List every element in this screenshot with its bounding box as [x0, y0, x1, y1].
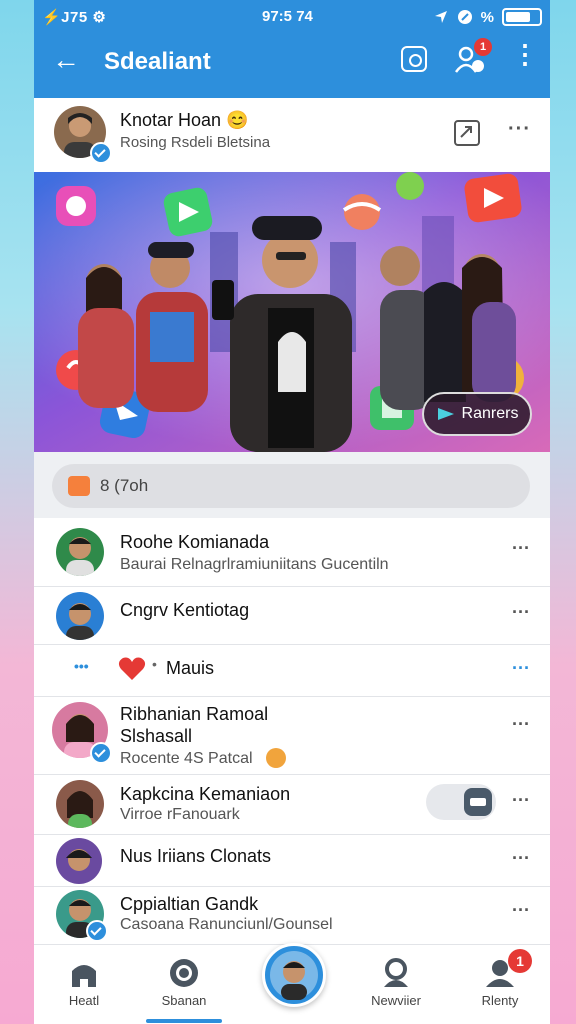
notification-badge: 1	[508, 949, 532, 973]
comment-input[interactable]: 8 (7oh	[52, 464, 530, 508]
avatar[interactable]	[56, 780, 104, 828]
more-options-icon[interactable]: ⋮	[512, 41, 538, 67]
person-icon	[384, 958, 408, 987]
list-item-name: Cppialtian Gandk	[120, 894, 259, 914]
active-indicator	[146, 1019, 222, 1023]
profile-fab-avatar-icon	[270, 951, 318, 1000]
record-icon	[170, 959, 198, 987]
more-icon[interactable]: ···	[512, 790, 530, 811]
toggle-knob-icon	[464, 788, 492, 816]
nav-home[interactable]: Heatl	[34, 945, 134, 1024]
reaction-dot: •	[152, 656, 157, 672]
hero-banner: Ranrers	[34, 172, 550, 452]
gift-icon	[68, 476, 90, 496]
status-bar: ⚡J75 ⚙ 97:5 74 %	[34, 6, 550, 28]
phone-screen: ⚡J75 ⚙ 97:5 74 % ← Sdealiant 1 ⋮ Knotar …	[34, 0, 550, 1024]
app-header: ⚡J75 ⚙ 97:5 74 % ← Sdealiant 1 ⋮	[34, 0, 550, 98]
list-item-subtitle: Baurai Relnagrlramiuniitans Gucentiln	[120, 556, 389, 573]
list-item-name: Nus Iriians Clonats	[120, 846, 272, 866]
banner-action-button[interactable]: Ranrers	[422, 392, 532, 436]
profile-more-icon[interactable]: ···	[508, 118, 531, 141]
more-icon[interactable]: ···	[512, 900, 530, 921]
more-icon[interactable]: ···	[512, 848, 530, 869]
nav-label: Rlenty	[481, 993, 519, 1008]
list-item-name: Ribhanian Ramoal	[120, 704, 269, 724]
cookie-emoji-icon	[266, 748, 286, 768]
battery-icon	[502, 8, 542, 26]
list-item[interactable]: Cppialtian Gandk Casoana Ranunciunl/Goun…	[34, 886, 550, 944]
bottom-navigation: Heatl Sbanan Newviier 1 Rlenty	[34, 943, 550, 1024]
verified-icon	[86, 920, 108, 942]
nav-label: Sbanan	[161, 993, 207, 1008]
more-icon[interactable]: ···	[512, 658, 530, 679]
status-left: ⚡J75 ⚙	[42, 9, 107, 26]
nav-activity[interactable]: 1 Rlenty	[450, 945, 550, 1024]
back-button[interactable]: ←	[52, 44, 80, 76]
comment-bar: 8 (7oh	[34, 452, 550, 518]
profile-fab-button[interactable]	[262, 943, 326, 1007]
location-icon	[434, 11, 447, 23]
dots-indicator-icon: •••	[74, 658, 89, 674]
profile-header: Knotar Hoan 😊 Rosing Rsdeli Bletsina ···	[34, 98, 550, 172]
comment-pill-text: 8 (7oh	[100, 476, 149, 495]
list-item[interactable]: Cngrv Kentiotag ···	[34, 586, 550, 645]
people-icon[interactable]: 1	[454, 38, 492, 76]
list-item-subtitle: Rocente 4S Patcal	[120, 750, 253, 767]
avatar[interactable]	[56, 838, 102, 884]
nav-label: Newviier	[371, 993, 421, 1008]
more-icon[interactable]: ···	[512, 602, 530, 623]
list-item[interactable]: Ribhanian Ramoal Slshasall Rocente 4S Pa…	[34, 696, 550, 775]
camera-icon[interactable]	[401, 46, 427, 72]
profile-subtitle: Rosing Rsdeli Bletsina	[120, 134, 271, 151]
home-icon	[72, 965, 96, 987]
list-item-name-line2: Slshasall	[120, 726, 193, 746]
reaction-label: Mauis	[166, 658, 215, 678]
list-item[interactable]: Roohe Komianada Baurai Relnagrlramiuniit…	[34, 518, 550, 587]
nav-viewer[interactable]: Newviier	[346, 945, 446, 1024]
heart-icon[interactable]	[118, 656, 146, 682]
list-item-name: Kapkcina Kemaniaon	[120, 784, 291, 804]
list-item[interactable]: Nus Iriians Clonats ···	[34, 834, 550, 887]
notification-badge: 1	[474, 38, 492, 56]
verified-icon	[90, 142, 112, 164]
list-item-subtitle: Virroe rFanouark	[120, 806, 240, 823]
profile-name: Knotar Hoan 😊	[120, 110, 249, 130]
more-icon[interactable]: ···	[512, 714, 530, 735]
list-item[interactable]: Kapkcina Kemaniaon Virroe rFanouark ···	[34, 774, 550, 835]
status-right: %	[433, 8, 542, 26]
share-icon[interactable]	[454, 120, 480, 146]
status-time: 97:5 74	[262, 8, 313, 25]
page-title: Sdealiant	[104, 48, 211, 75]
percent-icon: %	[480, 8, 494, 26]
list-item-name: Roohe Komianada	[120, 532, 270, 552]
more-icon[interactable]: ···	[512, 538, 530, 559]
avatar[interactable]	[56, 528, 104, 576]
list-item-subtitle: Casoana Ranunciunl/Gounsel	[120, 916, 333, 933]
avatar[interactable]	[56, 592, 104, 640]
banner-button-label: Ranrers	[461, 405, 519, 422]
nav-label: Heatl	[68, 993, 100, 1008]
signal-icon	[457, 10, 472, 24]
play-icon	[437, 408, 454, 420]
toggle-switch[interactable]	[426, 784, 496, 820]
list-item-name: Cngrv Kentiotag	[120, 600, 250, 620]
nav-record[interactable]: Sbanan	[134, 945, 234, 1024]
list-item[interactable]: ••• • Mauis ···	[34, 644, 550, 697]
verified-icon	[90, 742, 112, 764]
